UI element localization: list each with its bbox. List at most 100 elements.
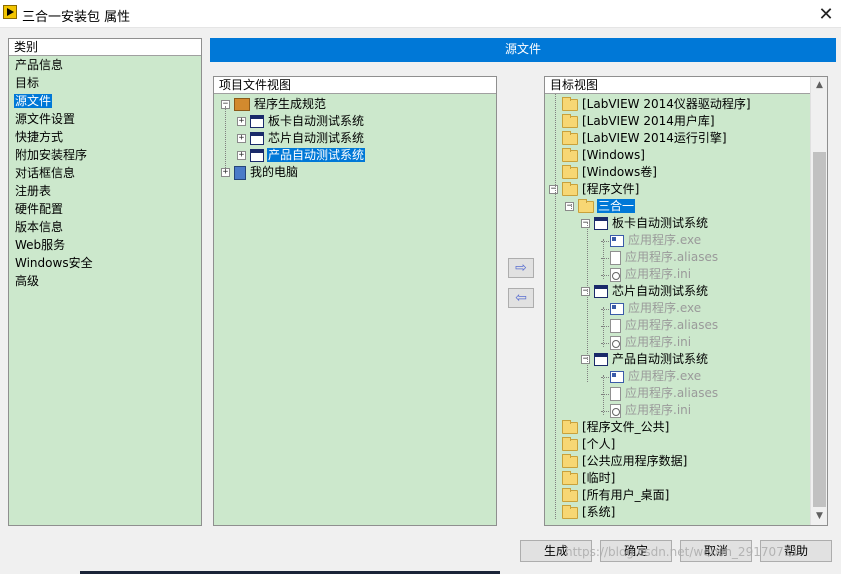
tree-item[interactable]: [LabVIEW 2014运行引擎] bbox=[562, 130, 728, 147]
tree-item[interactable]: 应用程序.exe bbox=[610, 232, 702, 249]
tree-item-label: 三合一 bbox=[597, 199, 636, 213]
title-bar: 三合一安装包 属性 ✕ bbox=[0, 0, 841, 28]
tree-item[interactable]: 芯片自动测试系统 bbox=[594, 283, 709, 300]
scroll-thumb[interactable] bbox=[813, 152, 826, 507]
tree-item[interactable]: 板卡自动测试系统 bbox=[250, 113, 365, 130]
tree-item[interactable]: [临时] bbox=[562, 470, 616, 487]
category-panel: 类别 产品信息目标源文件 源文件设置 快捷方式附加安装程序对话框信息 注册表 硬件配置版… bbox=[8, 38, 202, 526]
category-item[interactable]: 注册表 bbox=[9, 182, 201, 200]
tree-item[interactable]: 产品自动测试系统 bbox=[594, 351, 709, 368]
scroll-down-icon[interactable]: ▼ bbox=[811, 508, 827, 525]
expand-icon[interactable]: + bbox=[237, 151, 246, 160]
tree-item[interactable]: [Windows卷] bbox=[562, 164, 658, 181]
tree-item[interactable]: 应用程序.ini bbox=[610, 334, 692, 351]
file-icon bbox=[610, 250, 621, 265]
tree-item-label: [Windows] bbox=[582, 148, 645, 162]
target-scrollbar[interactable]: ▲ ▼ bbox=[810, 77, 827, 525]
tree-item[interactable]: 应用程序.ini bbox=[610, 402, 692, 419]
ini-icon bbox=[610, 403, 621, 418]
tree-item[interactable]: 我的电脑 bbox=[234, 164, 299, 181]
category-item[interactable]: Windows安全 bbox=[9, 254, 201, 272]
tree-item-label: [公共应用程序数据] bbox=[582, 454, 688, 468]
vi-icon bbox=[594, 353, 608, 366]
tree-item-label: 板卡自动测试系统 bbox=[612, 216, 709, 230]
collapse-icon[interactable]: − bbox=[581, 287, 590, 296]
watermark: https://blog.csdn.net/weixin_29170711 bbox=[565, 545, 800, 559]
tree-item[interactable]: [公共应用程序数据] bbox=[562, 453, 688, 470]
tree-item-label: [程序文件_公共] bbox=[582, 420, 670, 434]
tree-item[interactable]: 应用程序.aliases bbox=[610, 249, 719, 266]
tree-item[interactable]: [Windows] bbox=[562, 147, 646, 164]
tree-item[interactable]: 程序生成规范 bbox=[234, 96, 327, 113]
project-view-header: 项目文件视图 bbox=[214, 77, 496, 94]
folder-icon bbox=[562, 453, 578, 468]
tree-item[interactable]: 芯片自动测试系统 bbox=[250, 130, 365, 147]
tree-item[interactable]: 产品自动测试系统 bbox=[250, 147, 366, 164]
close-icon[interactable]: ✕ bbox=[811, 0, 841, 28]
tree-item[interactable]: [LabVIEW 2014仪器驱动程序] bbox=[562, 96, 752, 113]
category-item[interactable]: Web服务 bbox=[9, 236, 201, 254]
category-item[interactable]: 对话框信息 bbox=[9, 164, 201, 182]
tree-item-label: 芯片自动测试系统 bbox=[612, 284, 709, 298]
scroll-up-icon[interactable]: ▲ bbox=[811, 77, 827, 94]
tree-item[interactable]: 板卡自动测试系统 bbox=[594, 215, 709, 232]
expand-icon[interactable]: + bbox=[237, 117, 246, 126]
expand-icon[interactable]: + bbox=[237, 134, 246, 143]
tree-connector bbox=[603, 307, 604, 347]
folder-icon bbox=[562, 96, 578, 111]
category-item[interactable]: 快捷方式 bbox=[9, 128, 201, 146]
tree-item[interactable]: [程序文件_公共] bbox=[562, 419, 670, 436]
category-item[interactable]: 高级 bbox=[9, 272, 201, 290]
category-item-label: 目标 bbox=[15, 76, 40, 90]
tree-item[interactable]: 应用程序.exe bbox=[610, 368, 702, 385]
tree-item[interactable]: 应用程序.exe bbox=[610, 300, 702, 317]
vi-icon bbox=[250, 115, 264, 128]
exe-icon bbox=[610, 302, 624, 315]
tree-item[interactable]: [系统] bbox=[562, 504, 616, 521]
collapse-icon[interactable]: − bbox=[549, 185, 558, 194]
collapse-icon[interactable]: − bbox=[581, 219, 590, 228]
category-item[interactable]: 源文件 bbox=[9, 92, 201, 110]
tree-item-label: [LabVIEW 2014用户库] bbox=[582, 114, 715, 128]
category-item[interactable]: 版本信息 bbox=[9, 218, 201, 236]
project-file-view: 项目文件视图 − 程序生成规范 + 板卡自动测试系统 + 芯片自动测试系统 + 产品自动测试系… bbox=[213, 76, 497, 526]
tree-item-label: 应用程序.ini bbox=[625, 335, 692, 349]
category-item[interactable]: 附加安装程序 bbox=[9, 146, 201, 164]
tree-item[interactable]: 三合一 bbox=[578, 198, 636, 215]
left-arrow-icon: ⇦ bbox=[515, 290, 527, 306]
category-item[interactable]: 硬件配置 bbox=[9, 200, 201, 218]
tree-item-label: 产品自动测试系统 bbox=[612, 352, 709, 366]
tree-connector bbox=[555, 94, 556, 519]
tree-item[interactable]: 应用程序.aliases bbox=[610, 385, 719, 402]
file-icon bbox=[610, 318, 621, 333]
tree-item[interactable]: [LabVIEW 2014用户库] bbox=[562, 113, 716, 130]
tree-item-label: [所有用户_桌面] bbox=[582, 488, 670, 502]
tree-item[interactable]: 应用程序.ini bbox=[610, 266, 692, 283]
tree-item-label: [个人] bbox=[582, 437, 616, 451]
target-view-header: 目标视图 bbox=[545, 77, 827, 94]
category-item[interactable]: 目标 bbox=[9, 74, 201, 92]
expand-icon[interactable]: + bbox=[221, 168, 230, 177]
tree-item-label: [系统] bbox=[582, 505, 616, 519]
collapse-icon[interactable]: − bbox=[581, 355, 590, 364]
window-title: 三合一安装包 属性 bbox=[22, 10, 131, 25]
category-header: 类别 bbox=[9, 39, 201, 56]
category-item-label: 高级 bbox=[15, 274, 40, 288]
category-item-label: 附加安装程序 bbox=[15, 148, 88, 162]
folder-icon bbox=[562, 181, 578, 196]
tree-connector bbox=[603, 239, 604, 279]
add-to-target-button[interactable]: ⇨ bbox=[508, 258, 534, 278]
collapse-icon[interactable]: − bbox=[565, 202, 574, 211]
remove-from-target-button[interactable]: ⇦ bbox=[508, 288, 534, 308]
folder-icon bbox=[562, 130, 578, 145]
folder-icon bbox=[562, 164, 578, 179]
tree-item[interactable]: 应用程序.aliases bbox=[610, 317, 719, 334]
folder-icon bbox=[562, 113, 578, 128]
tree-item[interactable]: [个人] bbox=[562, 436, 616, 453]
category-item[interactable]: 产品信息 bbox=[9, 56, 201, 74]
tree-item[interactable]: [所有用户_桌面] bbox=[562, 487, 670, 504]
category-list: 产品信息目标源文件 源文件设置 快捷方式附加安装程序对话框信息 注册表 硬件配置 版本信息… bbox=[9, 56, 201, 290]
exe-icon bbox=[610, 370, 624, 383]
category-item[interactable]: 源文件设置 bbox=[9, 110, 201, 128]
tree-item[interactable]: [程序文件] bbox=[562, 181, 640, 198]
